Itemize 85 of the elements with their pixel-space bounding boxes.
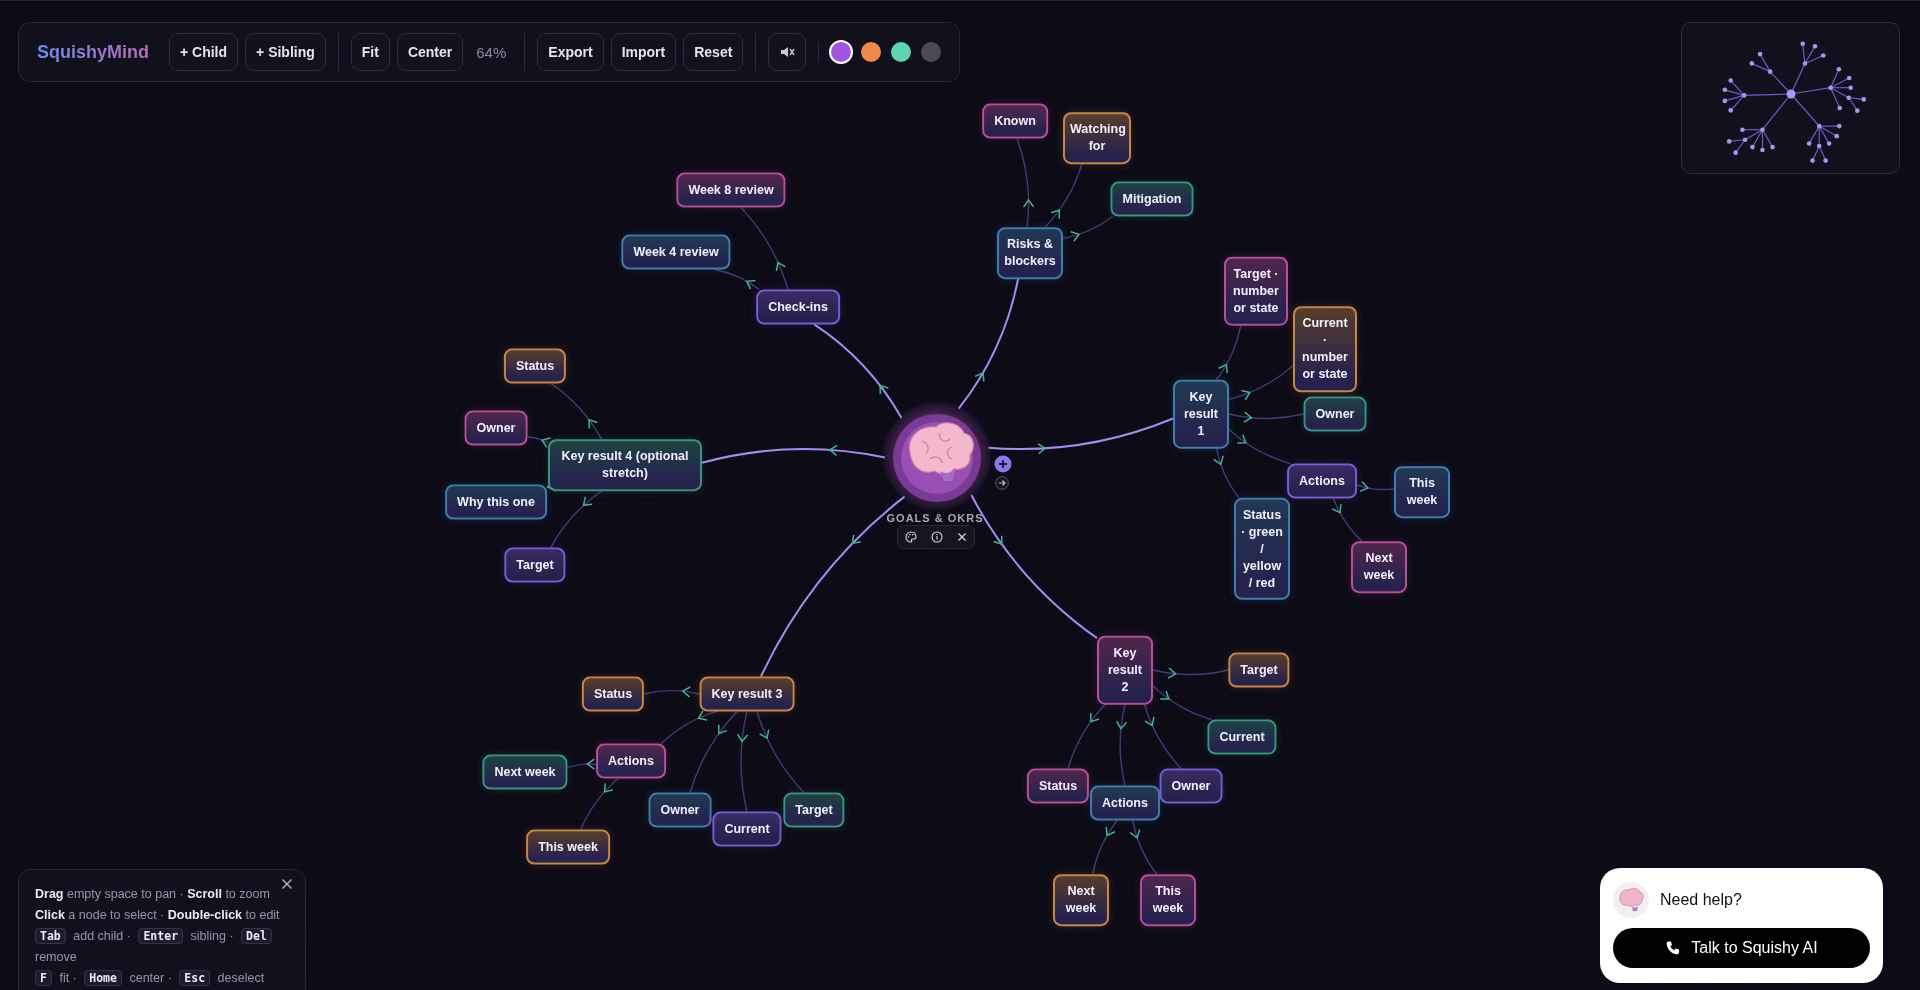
mind-map-node[interactable]: Known xyxy=(982,103,1048,139)
help-text: center · xyxy=(129,971,172,985)
speaker-icon xyxy=(779,44,796,60)
mind-map-node[interactable]: Key result 2 xyxy=(1097,635,1153,705)
toolbar-button[interactable]: Center xyxy=(396,33,464,71)
mind-map-node[interactable]: Owner xyxy=(1303,396,1367,432)
minimap-panel[interactable] xyxy=(1681,22,1900,174)
toolbar-button[interactable]: + Sibling xyxy=(245,33,326,71)
mind-map-node[interactable]: Owner xyxy=(1159,768,1223,804)
mind-map-node[interactable]: Next week xyxy=(482,754,568,790)
color-swatch[interactable] xyxy=(891,42,912,62)
mind-map-node[interactable]: Next week xyxy=(1351,541,1407,593)
connector xyxy=(1129,819,1158,875)
mind-map-node[interactable]: Owner xyxy=(464,410,528,446)
mind-map-node[interactable]: Key result 3 xyxy=(699,676,795,712)
zoom-level: 64% xyxy=(475,43,508,61)
help-text: Click a node to select · Double-click to edit xyxy=(35,908,280,922)
mind-map-node[interactable]: Mitigation xyxy=(1110,181,1194,217)
phone-icon xyxy=(1665,940,1682,956)
connector xyxy=(566,758,597,770)
toolbar-button[interactable]: Reset xyxy=(683,33,744,71)
help-text: remove xyxy=(35,950,77,964)
mind-map-node[interactable]: Target · number or state xyxy=(1224,256,1288,326)
connector xyxy=(1331,497,1363,542)
key-cap: Home xyxy=(84,970,122,986)
key-cap: Del xyxy=(241,928,272,944)
help-text: add child · xyxy=(73,929,131,943)
close-icon[interactable] xyxy=(281,878,293,890)
mind-map-node[interactable]: Owner xyxy=(648,792,712,828)
mind-map-node[interactable]: Actions xyxy=(596,743,666,779)
mind-map-node[interactable]: Next week xyxy=(1053,874,1109,926)
palette-icon[interactable] xyxy=(905,531,917,543)
mind-map-node[interactable]: Check-ins xyxy=(756,289,840,325)
mind-map-node[interactable]: Current · number or state xyxy=(1293,306,1357,392)
mind-map-node[interactable]: Status xyxy=(1026,768,1090,804)
add-child-icon[interactable] xyxy=(994,455,1012,473)
toolbar-button[interactable]: Fit xyxy=(350,33,390,71)
mind-map-node[interactable]: This week xyxy=(1140,874,1196,926)
help-text: sibling · xyxy=(190,929,234,943)
brain-avatar-icon xyxy=(1613,882,1649,918)
talk-button[interactable]: Talk to Squishy AI xyxy=(1613,928,1870,968)
mind-map-node[interactable]: Target xyxy=(504,547,566,583)
help-text: deselect xyxy=(217,971,265,985)
key-cap: F xyxy=(35,970,52,986)
help-text: fit · xyxy=(59,971,77,985)
connector xyxy=(643,686,701,698)
mind-map-node[interactable]: Target xyxy=(1228,652,1290,688)
close-icon[interactable] xyxy=(957,532,967,542)
info-icon[interactable] xyxy=(931,531,943,543)
mind-map-node[interactable]: Key result 4 (optional stretch) xyxy=(548,439,702,491)
mind-map-node[interactable]: Week 8 review xyxy=(676,172,786,208)
root-node-label[interactable]: GOALS & OKRS xyxy=(886,512,984,524)
arrow-right-icon[interactable] xyxy=(995,476,1009,490)
connector xyxy=(580,777,619,831)
mind-map-node[interactable]: Why this one xyxy=(445,484,547,520)
connector xyxy=(1356,480,1395,493)
help-text: Drag empty space to pan · Scroll to zoom xyxy=(35,887,270,901)
mind-map-node[interactable]: This week xyxy=(526,829,610,865)
toolbar-button[interactable]: + Child xyxy=(169,33,239,71)
toolbar-button[interactable]: Export xyxy=(537,33,604,71)
mind-map-node[interactable]: Current xyxy=(712,811,782,847)
mind-map-node[interactable]: Target xyxy=(783,792,845,828)
color-swatch[interactable] xyxy=(831,42,852,62)
color-swatch[interactable] xyxy=(921,42,942,62)
color-swatch[interactable] xyxy=(861,42,882,62)
help-title: Need help? xyxy=(1660,891,1742,909)
sound-button[interactable] xyxy=(768,33,807,71)
mind-map-node[interactable]: Current xyxy=(1207,719,1277,755)
mind-map-node[interactable]: Actions xyxy=(1287,463,1357,499)
toolbar-button[interactable]: Import xyxy=(610,33,677,71)
mind-map-node[interactable]: Key result 1 xyxy=(1173,379,1229,449)
mind-map-node[interactable]: Week 4 review xyxy=(621,234,731,270)
key-cap: Enter xyxy=(138,928,184,944)
mind-map-node[interactable]: Risks & blockers xyxy=(997,227,1063,279)
mind-map-node[interactable]: Status xyxy=(581,676,645,712)
mind-map-node[interactable]: This week xyxy=(1394,466,1450,518)
connector xyxy=(1092,819,1118,875)
mind-map-node[interactable]: Status · green / yellow / red xyxy=(1234,497,1290,601)
mind-map-node[interactable]: Actions xyxy=(1090,785,1160,821)
mind-map-node[interactable]: Watching for xyxy=(1063,112,1131,164)
mind-map-node[interactable]: Status xyxy=(503,348,567,384)
connector xyxy=(1067,703,1106,770)
key-cap: Esc xyxy=(179,970,211,986)
brain-drawing[interactable] xyxy=(882,401,992,511)
key-cap: Tab xyxy=(35,928,66,944)
